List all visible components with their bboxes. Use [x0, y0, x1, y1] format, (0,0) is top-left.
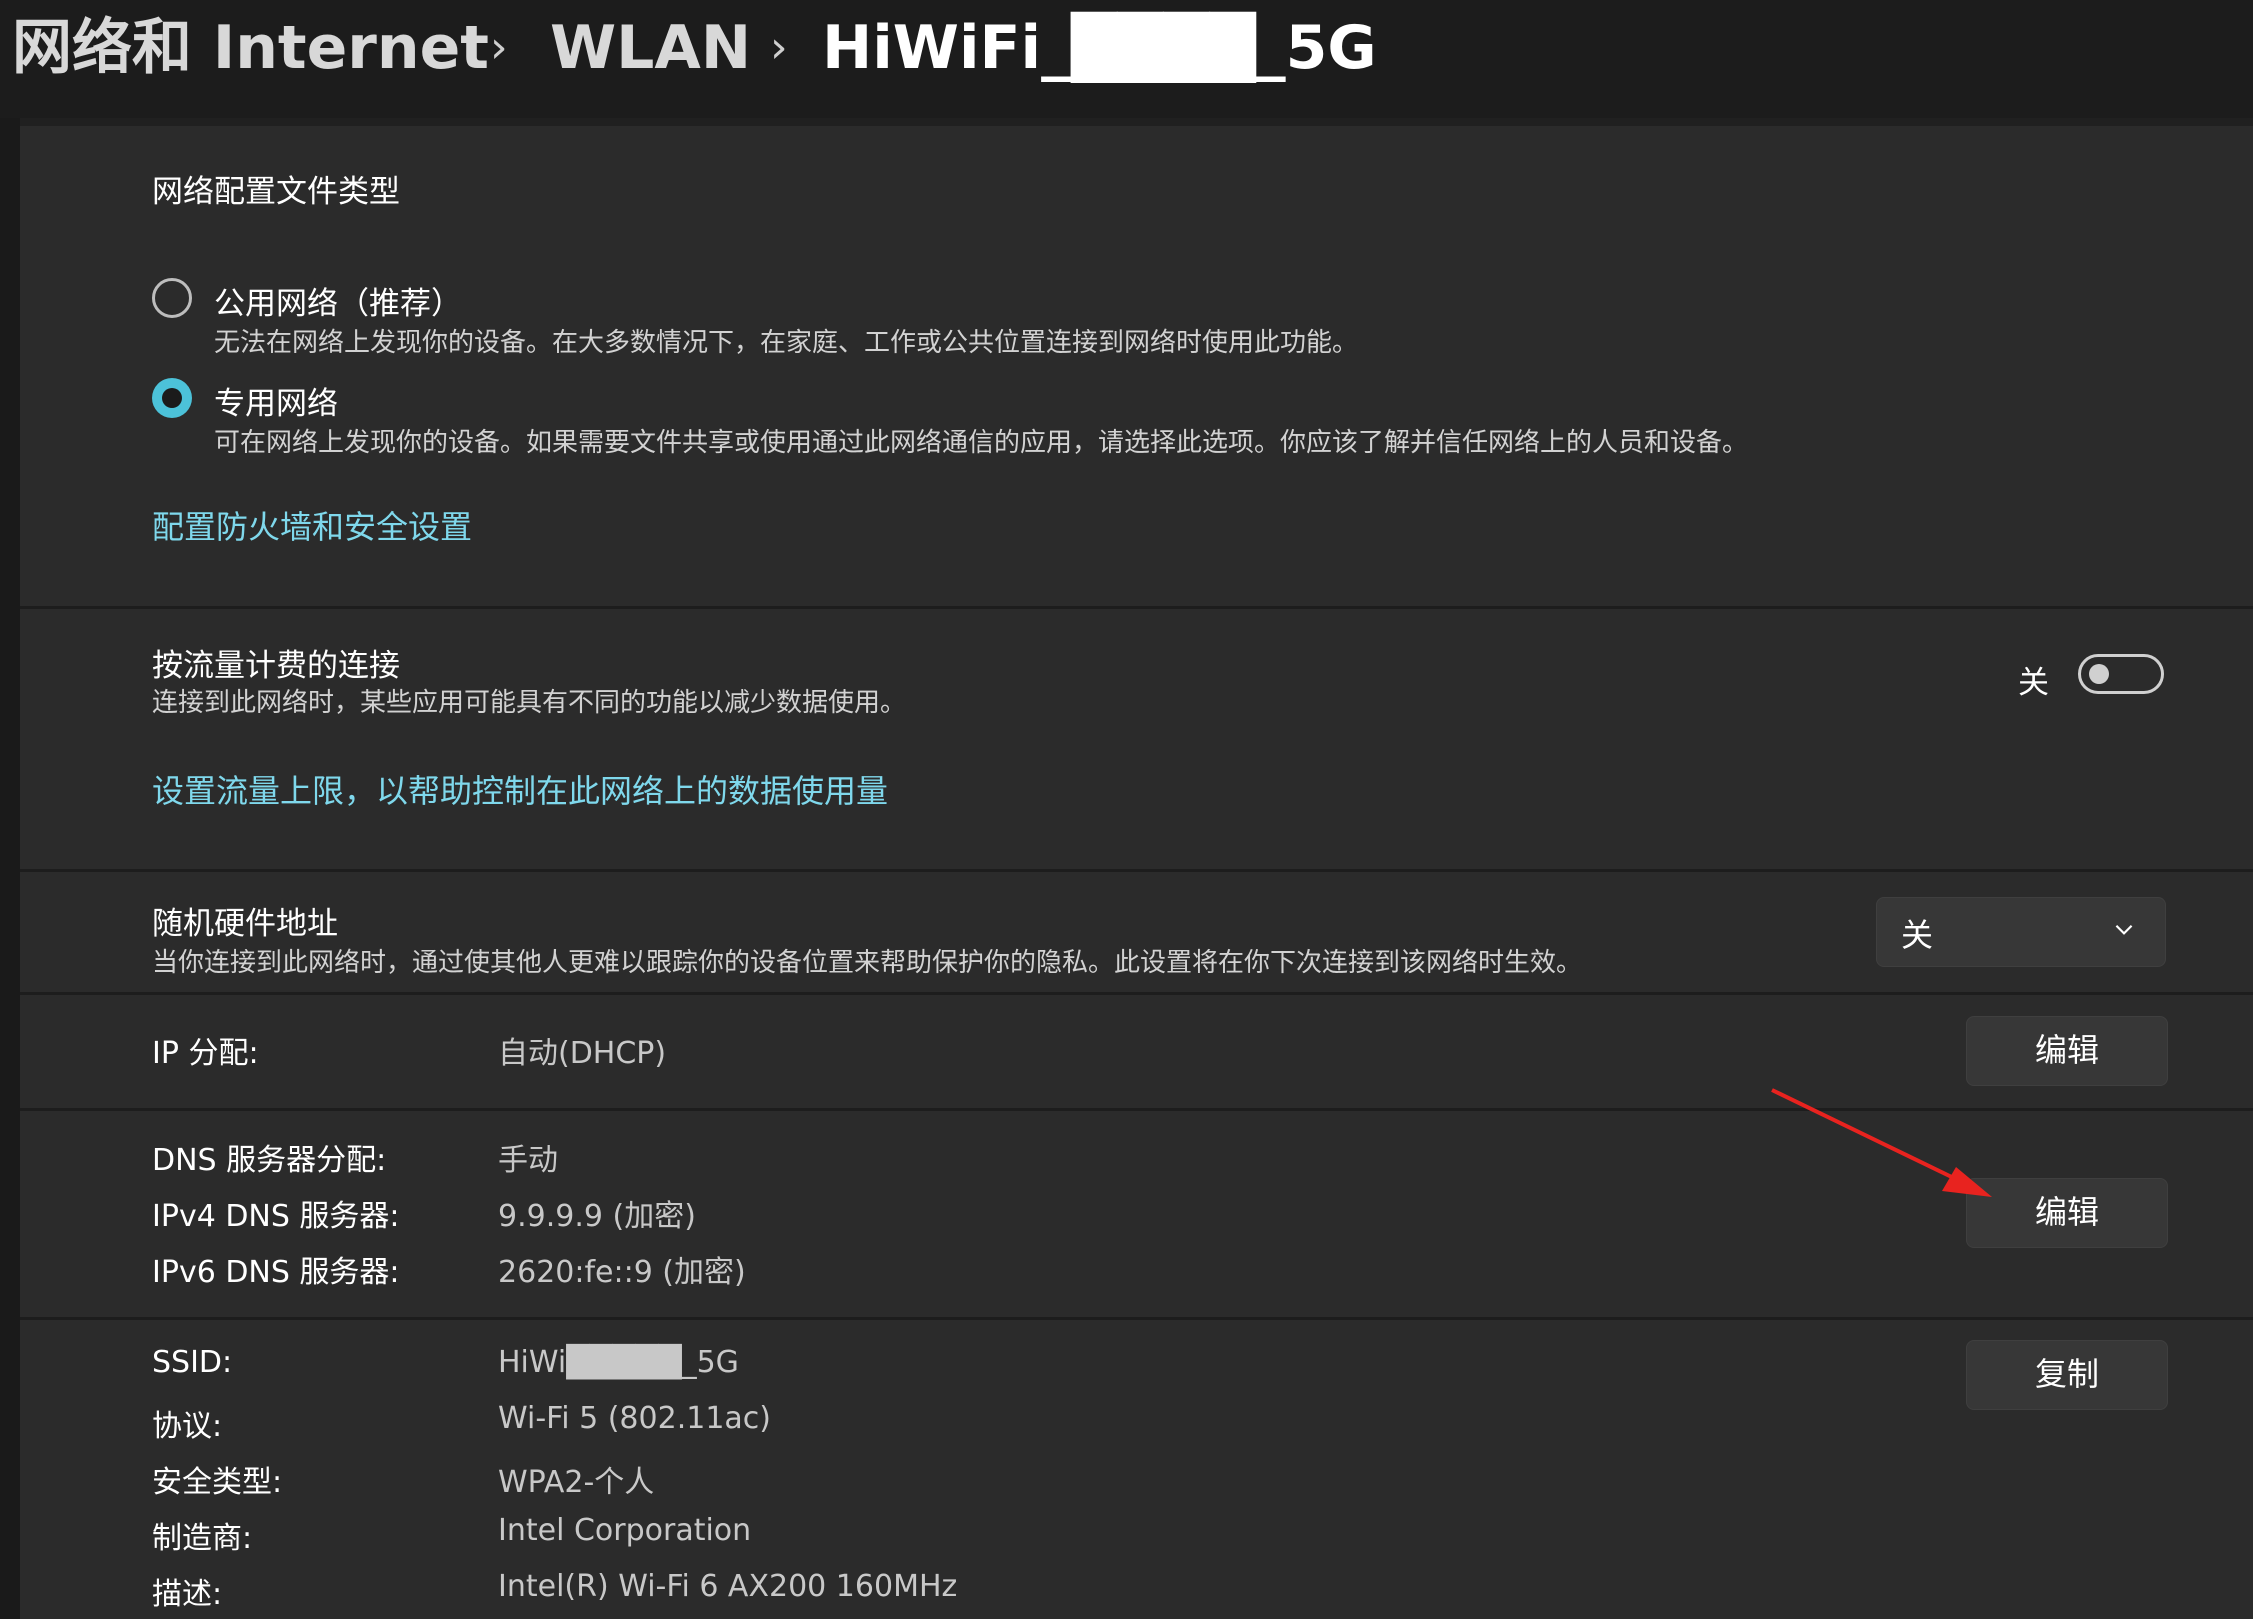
manufacturer-label: 制造商: — [152, 1521, 253, 1556]
ipv4-dns-label: IPv4 DNS 服务器: — [152, 1199, 400, 1234]
protocol-label: 协议: — [152, 1409, 223, 1444]
dns-assign-value: 手动 — [498, 1143, 558, 1178]
ip-assignment-value: 自动(DHCP) — [498, 1036, 667, 1071]
data-limit-link[interactable]: 设置流量上限，以帮助控制在此网络上的数据使用量 — [152, 766, 888, 812]
private-network-desc: 可在网络上发现你的设备。如果需要文件共享或使用通过此网络通信的应用，请选择此选项… — [214, 428, 1749, 458]
breadcrumb-wlan[interactable]: WLAN — [550, 8, 751, 88]
copy-button[interactable]: 复制 — [1966, 1340, 2168, 1410]
public-network-label[interactable]: 公用网络（推荐） — [214, 278, 462, 323]
public-network-radio[interactable] — [152, 278, 192, 318]
random-hw-desc: 当你连接到此网络时，通过使其他人更难以跟踪你的设备位置来帮助保护你的隐私。此设置… — [152, 948, 1583, 978]
protocol-value: Wi-Fi 5 (802.11ac) — [498, 1401, 771, 1436]
security-type-value: WPA2-个人 — [498, 1465, 655, 1500]
ip-edit-button[interactable]: 编辑 — [1966, 1016, 2168, 1086]
ipv6-dns-value: 2620:fe::9 (加密) — [498, 1255, 746, 1290]
chevron-right-icon: › — [490, 22, 508, 73]
metered-toggle-state: 关 — [2018, 665, 2049, 701]
breadcrumb-network-internet[interactable]: 网络和 Internet — [12, 8, 489, 88]
security-type-label: 安全类型: — [152, 1465, 283, 1500]
manufacturer-value: Intel Corporation — [498, 1513, 752, 1548]
properties-card — [20, 1320, 2253, 1619]
toggle-knob — [2089, 664, 2109, 684]
page-title: HiWiFi_████_5G — [822, 13, 1377, 83]
private-network-label[interactable]: 专用网络 — [214, 378, 338, 423]
ipv6-dns-label: IPv6 DNS 服务器: — [152, 1255, 400, 1290]
ssid-value: HiWi█████_5G — [498, 1345, 739, 1380]
chevron-down-icon — [2115, 924, 2133, 935]
metered-toggle[interactable] — [2078, 654, 2164, 694]
description-label: 描述: — [152, 1577, 223, 1612]
ip-assignment-card — [20, 995, 2253, 1108]
random-hw-dropdown-value: 关 — [1901, 916, 1934, 954]
private-network-radio[interactable] — [152, 378, 192, 418]
chevron-right-icon: › — [770, 22, 788, 73]
dns-assign-label: DNS 服务器分配: — [152, 1143, 387, 1178]
public-network-desc: 无法在网络上发现你的设备。在大多数情况下，在家庭、工作或公共位置连接到网络时使用… — [214, 328, 1359, 358]
ssid-label: SSID: — [152, 1345, 233, 1380]
description-value: Intel(R) Wi-Fi 6 AX200 160MHz — [498, 1569, 958, 1604]
profile-section-title: 网络配置文件类型 — [152, 174, 400, 210]
metered-title: 按流量计费的连接 — [152, 648, 400, 684]
ipv4-dns-value: 9.9.9.9 (加密) — [498, 1199, 696, 1234]
random-hw-title: 随机硬件地址 — [152, 906, 338, 942]
firewall-settings-link[interactable]: 配置防火墙和安全设置 — [152, 502, 472, 548]
dns-edit-button[interactable]: 编辑 — [1966, 1178, 2168, 1248]
random-hw-dropdown[interactable]: 关 — [1876, 897, 2166, 967]
header-bar: 网络和 Internet › WLAN › HiWiFi_████_5G — [0, 0, 2253, 118]
ip-assignment-label: IP 分配: — [152, 1036, 259, 1071]
nav-scroll-edge — [0, 118, 20, 1619]
metered-desc: 连接到此网络时，某些应用可能具有不同的功能以减少数据使用。 — [152, 688, 907, 718]
